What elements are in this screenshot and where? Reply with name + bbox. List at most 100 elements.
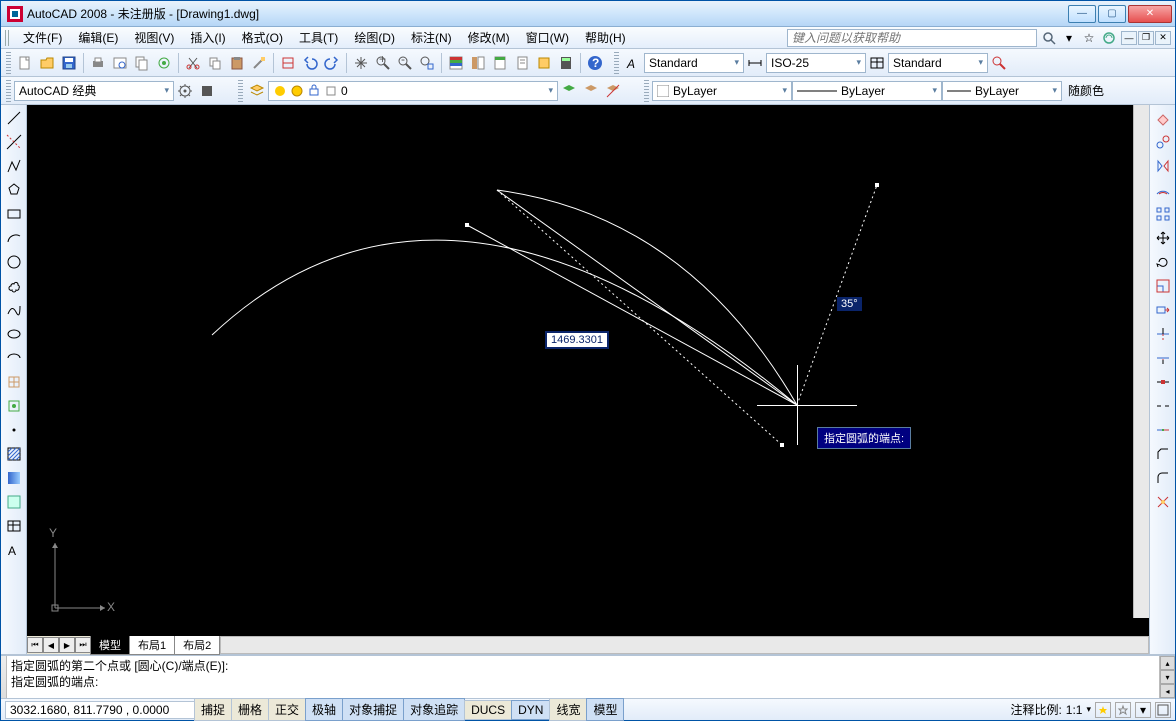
- toolbar-grip[interactable]: [6, 80, 11, 102]
- osnap-toggle[interactable]: 对象捕捉: [342, 698, 404, 721]
- array-button[interactable]: [1152, 203, 1174, 225]
- revcloud-button[interactable]: [3, 275, 25, 297]
- menu-file[interactable]: 文件(F): [15, 27, 70, 48]
- save-button[interactable]: [58, 52, 80, 74]
- plot-style-button[interactable]: [153, 52, 175, 74]
- open-button[interactable]: [36, 52, 58, 74]
- vertical-scrollbar[interactable]: [1133, 105, 1149, 618]
- mdi-close-button[interactable]: ✕: [1155, 31, 1171, 45]
- menu-format[interactable]: 格式(O): [234, 27, 291, 48]
- command-scrollbar[interactable]: ▴▾◂: [1159, 656, 1175, 698]
- otrack-toggle[interactable]: 对象追踪: [403, 698, 465, 721]
- redo-button[interactable]: [321, 52, 343, 74]
- tab-next-button[interactable]: ▶: [59, 637, 75, 653]
- layer-iso-button[interactable]: [580, 80, 602, 102]
- command-text[interactable]: 指定圆弧的第二个点或 [圆心(C)/端点(E)]: 指定圆弧的端点:: [7, 656, 1159, 698]
- table-style-select[interactable]: Standard: [888, 53, 988, 73]
- drawing-area[interactable]: 1469.3301 35° 指定圆弧的端点: X Y ⏮ ◀: [27, 105, 1149, 654]
- rectangle-button[interactable]: [3, 203, 25, 225]
- multileader-icon[interactable]: [988, 52, 1010, 74]
- workspace-select[interactable]: AutoCAD 经典: [14, 81, 174, 101]
- mdi-minimize-button[interactable]: —: [1121, 31, 1137, 45]
- tab-last-button[interactable]: ⏭: [75, 637, 91, 653]
- snap-toggle[interactable]: 捕捉: [194, 698, 232, 721]
- markup-button[interactable]: [533, 52, 555, 74]
- layer-previous-button[interactable]: [558, 80, 580, 102]
- help-search-input[interactable]: [787, 29, 1037, 47]
- chamfer-button[interactable]: [1152, 443, 1174, 465]
- pan-button[interactable]: [350, 52, 372, 74]
- drawing-canvas[interactable]: [27, 105, 1149, 636]
- linetype-select[interactable]: ByLayer: [792, 81, 942, 101]
- join-button[interactable]: [1152, 419, 1174, 441]
- close-button[interactable]: ✕: [1128, 5, 1172, 23]
- menu-tools[interactable]: 工具(T): [291, 27, 346, 48]
- dim-style-select[interactable]: ISO-25: [766, 53, 866, 73]
- rotate-button[interactable]: [1152, 251, 1174, 273]
- infocenter-dropdown-icon[interactable]: ▾: [1061, 30, 1077, 46]
- scale-button[interactable]: [1152, 275, 1174, 297]
- circle-button[interactable]: [3, 251, 25, 273]
- lineweight-select[interactable]: ByLayer: [942, 81, 1062, 101]
- line-button[interactable]: [3, 107, 25, 129]
- favorite-icon[interactable]: ☆: [1081, 30, 1097, 46]
- help-button[interactable]: ?: [584, 52, 606, 74]
- make-block-button[interactable]: [3, 395, 25, 417]
- table-button[interactable]: [3, 515, 25, 537]
- match-button[interactable]: [248, 52, 270, 74]
- publish-button[interactable]: [131, 52, 153, 74]
- cut-button[interactable]: [182, 52, 204, 74]
- trim-button[interactable]: [1152, 323, 1174, 345]
- lwt-toggle[interactable]: 线宽: [549, 698, 587, 721]
- copy-button[interactable]: [204, 52, 226, 74]
- extend-button[interactable]: [1152, 347, 1174, 369]
- command-window[interactable]: 指定圆弧的第二个点或 [圆心(C)/端点(E)]: 指定圆弧的端点: ▴▾◂: [1, 654, 1175, 698]
- print-button[interactable]: [87, 52, 109, 74]
- properties-button[interactable]: [445, 52, 467, 74]
- menu-modify[interactable]: 修改(M): [460, 27, 518, 48]
- fillet-button[interactable]: [1152, 467, 1174, 489]
- spline-button[interactable]: [3, 299, 25, 321]
- zoom-window-button[interactable]: [416, 52, 438, 74]
- model-toggle[interactable]: 模型: [586, 698, 624, 721]
- gradient-button[interactable]: [3, 467, 25, 489]
- horizontal-scrollbar[interactable]: [220, 636, 1149, 654]
- coord-display[interactable]: 3032.1680, 811.7790 , 0.0000: [5, 701, 195, 719]
- sheet-set-button[interactable]: [511, 52, 533, 74]
- toolbar-grip[interactable]: [5, 30, 11, 46]
- workspace-settings-button[interactable]: [174, 80, 196, 102]
- toolbar-grip[interactable]: [6, 52, 11, 74]
- text-style-select[interactable]: Standard: [644, 53, 744, 73]
- clean-screen-button[interactable]: [1155, 702, 1171, 718]
- tab-layout1[interactable]: 布局1: [129, 636, 175, 655]
- offset-button[interactable]: [1152, 179, 1174, 201]
- minimize-button[interactable]: —: [1068, 5, 1096, 23]
- preview-button[interactable]: [109, 52, 131, 74]
- menu-view[interactable]: 视图(V): [126, 27, 182, 48]
- calc-button[interactable]: [555, 52, 577, 74]
- zoom-previous-button[interactable]: -: [394, 52, 416, 74]
- explode-button[interactable]: [1152, 491, 1174, 513]
- move-button[interactable]: [1152, 227, 1174, 249]
- dyn-toggle[interactable]: DYN: [511, 700, 550, 720]
- ellipse-arc-button[interactable]: [3, 347, 25, 369]
- tool-palette-button[interactable]: [489, 52, 511, 74]
- ducs-toggle[interactable]: DUCS: [464, 700, 512, 720]
- menu-draw[interactable]: 绘图(D): [346, 27, 403, 48]
- distance-input[interactable]: 1469.3301: [547, 333, 607, 347]
- point-button[interactable]: [3, 419, 25, 441]
- polyline-button[interactable]: [3, 155, 25, 177]
- erase-button[interactable]: [1152, 107, 1174, 129]
- copy-obj-button[interactable]: [1152, 131, 1174, 153]
- design-center-button[interactable]: [467, 52, 489, 74]
- polygon-button[interactable]: [3, 179, 25, 201]
- ortho-toggle[interactable]: 正交: [268, 698, 306, 721]
- table-style-icon[interactable]: [866, 52, 888, 74]
- toolbar-grip[interactable]: [238, 80, 243, 102]
- hatch-button[interactable]: [3, 443, 25, 465]
- block-editor-button[interactable]: [277, 52, 299, 74]
- menu-edit[interactable]: 编辑(E): [70, 27, 126, 48]
- workspace-save-button[interactable]: [196, 80, 218, 102]
- text-style-icon[interactable]: A: [622, 52, 644, 74]
- mdi-restore-button[interactable]: ❐: [1138, 31, 1154, 45]
